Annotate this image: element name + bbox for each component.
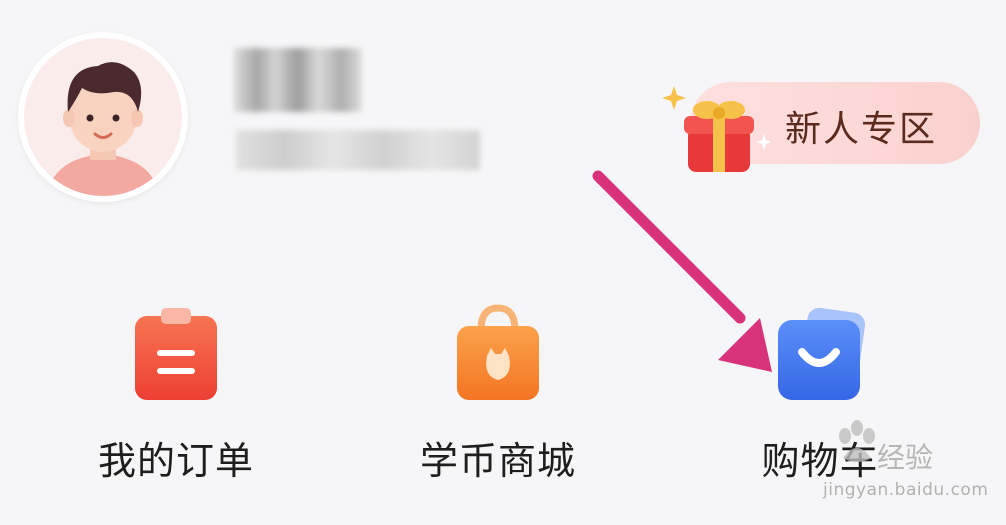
cart-icon (778, 307, 866, 400)
user-avatar[interactable] (18, 32, 188, 202)
avatar-illustration (46, 62, 160, 196)
clipboard-icon (135, 308, 217, 400)
watermark-url: jingyan.baidu.com (823, 480, 989, 500)
shopping-bag-icon (457, 304, 539, 400)
baidu-jingyan-watermark: 经验 jingyan.baidu.com (823, 418, 995, 508)
username-redacted (234, 48, 362, 112)
coin-mall-tile[interactable]: 学币商城 (398, 302, 598, 492)
new-user-zone-label: 新人专区 (785, 109, 938, 150)
my-orders-label: 我的订单 (97, 439, 254, 483)
watermark-text: 经验 (877, 441, 934, 474)
paw-logo-icon (839, 420, 875, 462)
my-orders-tile[interactable]: 我的订单 (76, 302, 276, 492)
coin-mall-label: 学币商城 (419, 439, 576, 483)
user-info-redacted (236, 130, 480, 170)
